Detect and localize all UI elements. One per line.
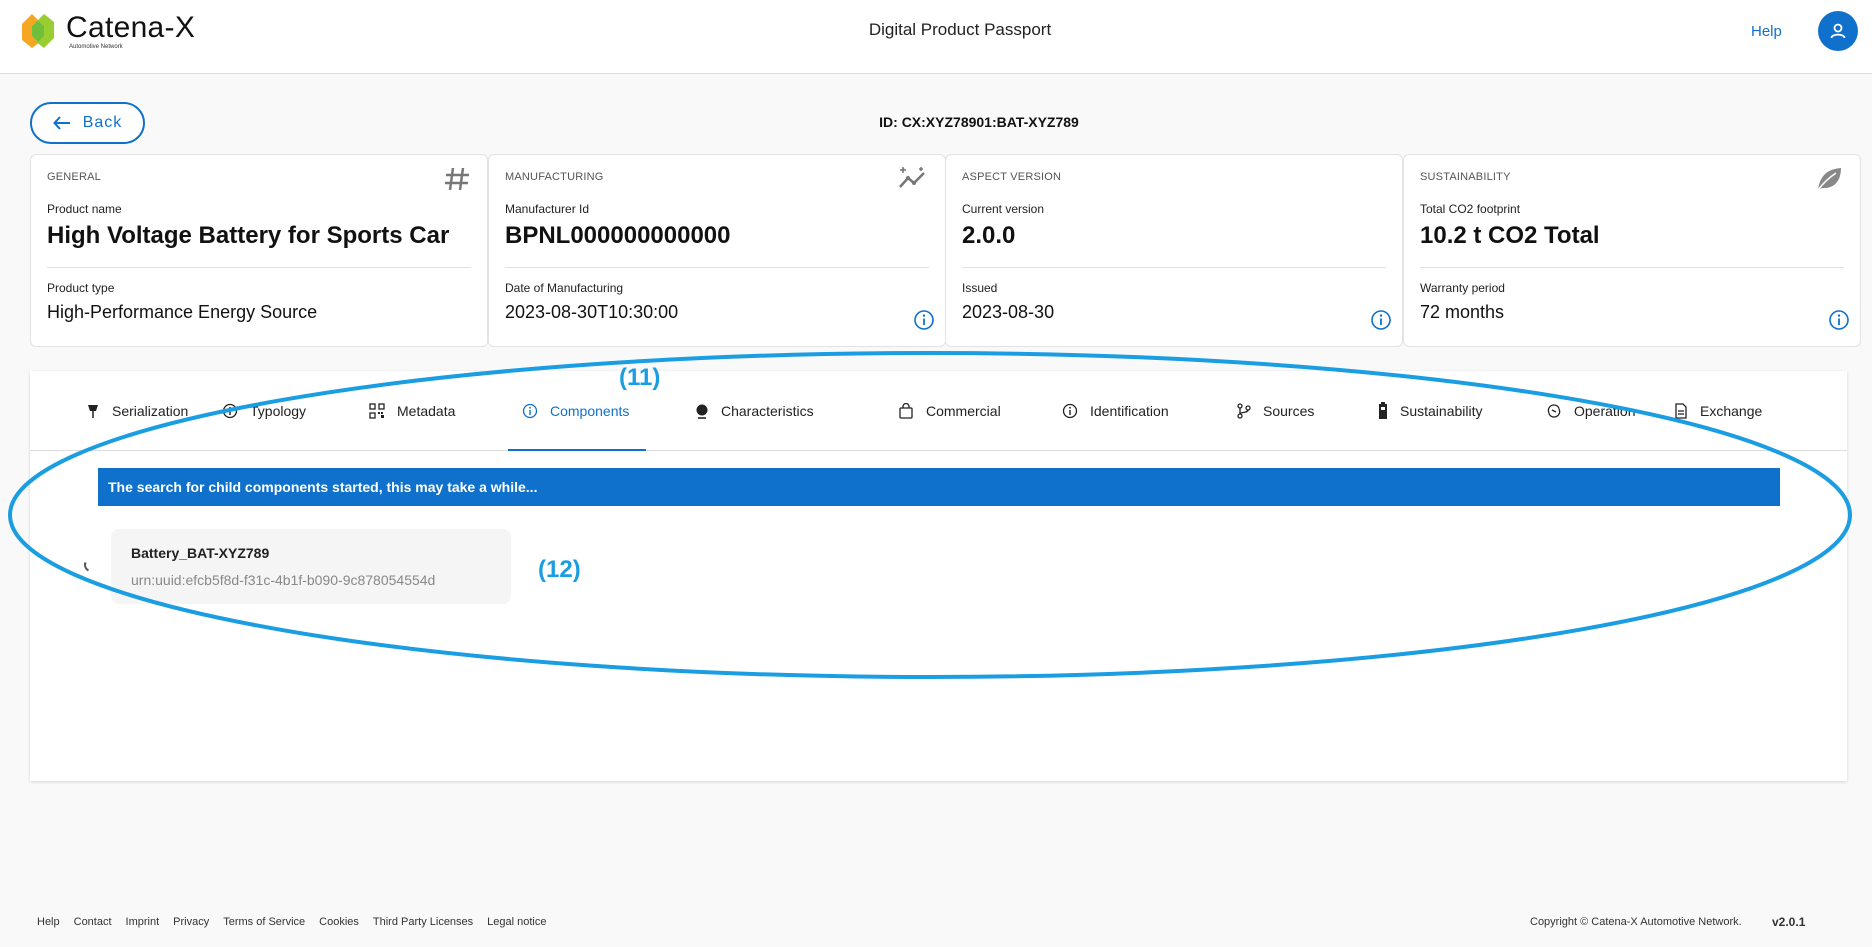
tab-sources[interactable]: Sources <box>1223 371 1328 451</box>
logo-tagline: Automotive Network <box>69 43 123 50</box>
card-label: Product type <box>47 281 115 295</box>
footer-copyright: Copyright © Catena-X Automotive Network. <box>1530 916 1742 928</box>
card-category: MANUFACTURING <box>505 171 604 183</box>
card-category: SUSTAINABILITY <box>1420 171 1511 183</box>
loading-spinner <box>82 556 100 574</box>
tab-label: Components <box>550 403 630 419</box>
tab-label: Characteristics <box>721 403 814 419</box>
tab-commercial[interactable]: Commercial <box>884 371 1015 451</box>
card-divider <box>1420 267 1844 268</box>
active-tab-indicator <box>508 449 646 451</box>
card-category: GENERAL <box>47 171 101 183</box>
info-icon <box>222 403 238 419</box>
info-icon <box>914 310 934 330</box>
card-value: BPNL000000000000 <box>505 222 731 249</box>
card-divider <box>962 267 1386 268</box>
footer-link-imprint[interactable]: Imprint <box>126 916 160 928</box>
trend-chart-icon <box>897 165 929 198</box>
branch-icon <box>1237 403 1251 419</box>
help-link[interactable]: Help <box>1751 23 1782 40</box>
card-value: 2023-08-30 <box>962 302 1055 322</box>
footer-version: v2.0.1 <box>1772 915 1806 929</box>
battery-icon <box>1379 402 1387 419</box>
tab-identification[interactable]: Identification <box>1048 371 1183 451</box>
details-tab-panel: Serialization Typology Metadata Componen… <box>30 371 1847 781</box>
footer-link-terms[interactable]: Terms of Service <box>223 916 305 928</box>
aspect-version-card: ASPECT VERSION Current version 2.0.0 Iss… <box>945 154 1403 347</box>
qr-code-icon <box>369 403 385 419</box>
info-icon-button[interactable] <box>1828 309 1850 336</box>
footer-link-legal[interactable]: Legal notice <box>487 916 546 928</box>
footer-link-help[interactable]: Help <box>37 916 60 928</box>
tab-characteristics[interactable]: Characteristics <box>681 371 828 451</box>
pin-icon <box>88 405 98 418</box>
tab-label: Sources <box>1263 403 1315 419</box>
thermometer-icon <box>696 404 708 419</box>
annotation-label-12: (12) <box>538 556 581 583</box>
tab-label: Metadata <box>397 403 456 419</box>
info-icon <box>522 403 538 419</box>
card-label: Issued <box>962 281 998 295</box>
document-icon <box>1675 403 1687 419</box>
tab-typology[interactable]: Typology <box>208 371 320 451</box>
card-label: Current version <box>962 202 1045 216</box>
card-divider <box>47 267 471 268</box>
tab-bar: Serialization Typology Metadata Componen… <box>30 371 1847 451</box>
leaf-icon <box>1814 165 1844 198</box>
passport-id: ID: CX:XYZ78901:BAT-XYZ789 <box>879 114 1079 130</box>
tab-label: Typology <box>250 403 307 419</box>
card-value: 10.2 t CO2 Total <box>1420 222 1600 249</box>
tab-operation[interactable]: Operation <box>1532 371 1649 451</box>
recycle-icon <box>1547 404 1561 418</box>
card-divider <box>505 267 929 268</box>
search-status-alert: The search for child components started,… <box>98 468 1780 506</box>
card-value: High Voltage Battery for Sports Car <box>47 222 450 249</box>
info-icon-button[interactable] <box>1370 309 1392 336</box>
tab-label: Sustainability <box>1400 403 1483 419</box>
footer-link-third-party[interactable]: Third Party Licenses <box>373 916 473 928</box>
card-value: 72 months <box>1420 302 1505 322</box>
tab-label: Operation <box>1574 403 1636 419</box>
tab-label: Commercial <box>926 403 1001 419</box>
component-card[interactable]: Battery_BAT-XYZ789 urn:uuid:efcb5f8d-f31… <box>111 529 511 604</box>
footer-link-cookies[interactable]: Cookies <box>319 916 359 928</box>
card-label: Total CO2 footprint <box>1420 202 1521 216</box>
info-icon <box>1371 310 1391 330</box>
user-avatar-button[interactable] <box>1818 11 1858 51</box>
card-label: Date of Manufacturing <box>505 281 624 295</box>
info-icon <box>1062 403 1078 419</box>
footer-links: Help Contact Imprint Privacy Terms of Se… <box>37 916 547 928</box>
manufacturing-card: MANUFACTURING Manufacturer Id BPNL000000… <box>488 154 946 347</box>
tab-label: Exchange <box>1700 403 1763 419</box>
tab-label: Serialization <box>112 403 189 419</box>
footer-link-privacy[interactable]: Privacy <box>173 916 209 928</box>
card-value: 2.0.0 <box>962 222 1016 249</box>
info-icon-button[interactable] <box>913 309 935 336</box>
card-value: High-Performance Energy Source <box>47 302 318 322</box>
footer-link-contact[interactable]: Contact <box>74 916 112 928</box>
tab-exchange[interactable]: Exchange <box>1660 371 1776 451</box>
user-icon <box>1830 23 1846 39</box>
tab-label: Identification <box>1090 403 1169 419</box>
tab-sustainability[interactable]: Sustainability <box>1364 371 1497 451</box>
card-label: Warranty period <box>1420 281 1505 295</box>
card-category: ASPECT VERSION <box>962 171 1062 183</box>
app-title: Digital Product Passport <box>868 20 1052 39</box>
card-label: Manufacturer Id <box>505 202 590 216</box>
annotation-label-11: (11) <box>619 364 661 391</box>
component-name: Battery_BAT-XYZ789 <box>131 545 270 561</box>
app-header: Catena-X Automotive Network Digital Prod… <box>0 0 1872 74</box>
component-urn: urn:uuid:efcb5f8d-f31c-4b1f-b090-9c87805… <box>131 572 436 588</box>
general-card: GENERAL Product name High Voltage Batter… <box>30 154 488 347</box>
card-value: 2023-08-30T10:30:00 <box>505 302 679 322</box>
card-label: Product name <box>47 202 122 216</box>
tab-metadata[interactable]: Metadata <box>355 371 469 451</box>
sustainability-card: SUSTAINABILITY Total CO2 footprint 10.2 … <box>1403 154 1861 347</box>
info-icon <box>1829 310 1849 330</box>
shopping-bag-icon <box>899 403 913 419</box>
tab-serialization[interactable]: Serialization <box>72 371 202 451</box>
hash-icon <box>443 165 471 198</box>
